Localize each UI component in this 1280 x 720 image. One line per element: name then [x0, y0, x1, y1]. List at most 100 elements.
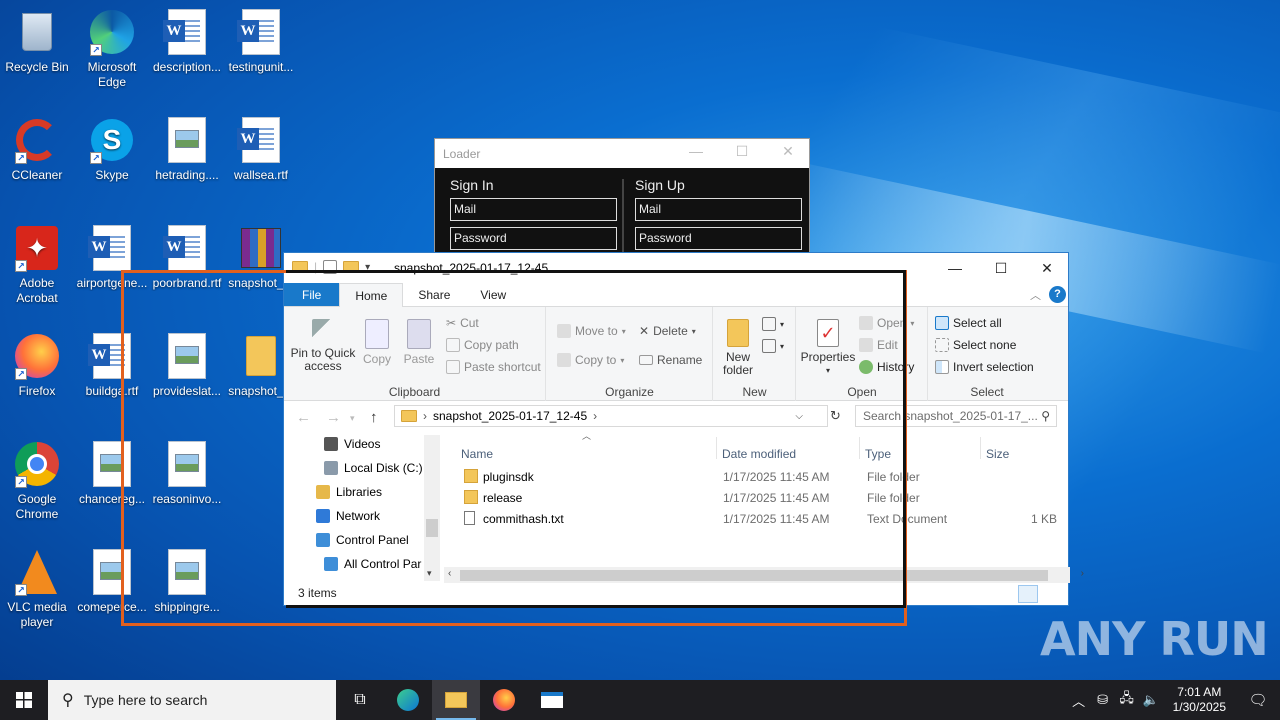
properties-check-icon[interactable] — [323, 260, 338, 274]
rename-button[interactable]: Rename — [639, 353, 702, 367]
nav-item[interactable]: Network — [316, 509, 380, 523]
horizontal-scrollbar[interactable]: ‹ › — [444, 567, 1084, 583]
address-path[interactable]: snapshot_2025-01-17_12-45 — [433, 409, 587, 423]
nav-scrollbar[interactable]: ▾ — [424, 435, 440, 581]
column-separator[interactable] — [859, 437, 860, 459]
nav-scrollbar-thumb[interactable] — [426, 519, 438, 537]
taskbar-file-explorer[interactable] — [432, 680, 480, 720]
customize-toolbar-icon[interactable]: ▾ — [365, 262, 370, 273]
desktop-icon[interactable]: hetrading.... — [147, 116, 227, 183]
nav-item[interactable]: Local Disk (C:) — [324, 461, 423, 475]
file-row[interactable]: commithash.txt 1/17/2025 11:45 AM Text Doc… — [444, 508, 1068, 529]
notifications-icon[interactable]: 🗨 — [1236, 691, 1280, 709]
desktop-icon[interactable]: Wbuildga.rtf — [72, 332, 152, 399]
nav-item[interactable]: All Control Par — [324, 557, 421, 571]
start-button[interactable] — [0, 680, 48, 720]
column-size[interactable]: Size — [986, 447, 1009, 461]
horizontal-scrollbar-thumb[interactable] — [460, 570, 1048, 581]
show-hidden-icons-chevron-icon[interactable]: ︿ — [1067, 691, 1091, 710]
tab-view[interactable]: View — [465, 283, 521, 306]
taskbar-edge[interactable] — [384, 680, 432, 720]
pin-quick-access-button[interactable]: Pin to Quick access — [290, 319, 356, 373]
paste-button[interactable]: Paste — [400, 319, 438, 366]
usb-icon[interactable]: ⛁ — [1091, 692, 1115, 708]
edit-button[interactable]: Edit — [859, 338, 898, 352]
desktop-icon[interactable]: provideslat... — [147, 332, 227, 399]
desktop-icon[interactable]: Wpoorbrand.rtf — [147, 224, 227, 291]
desktop-icon[interactable]: Wairportgene... — [72, 224, 152, 291]
column-type[interactable]: Type — [865, 447, 891, 461]
invert-selection-button[interactable]: Invert selection — [935, 360, 1034, 374]
address-bar[interactable]: › snapshot_2025-01-17_12-45 › ⌵ — [394, 405, 828, 427]
signin-password-field[interactable]: Password — [450, 227, 617, 250]
back-arrow-icon[interactable]: ← — [296, 409, 311, 426]
properties-button[interactable]: ✓ Properties ▾ — [799, 319, 857, 377]
recent-locations-icon[interactable]: ▾ — [350, 413, 355, 424]
forward-arrow-icon[interactable]: → — [326, 409, 341, 426]
close-button[interactable]: ✕ — [1024, 253, 1070, 283]
history-button[interactable]: History — [859, 360, 914, 374]
taskbar-loader-app[interactable] — [528, 680, 576, 720]
loader-close-button[interactable]: ✕ — [765, 143, 811, 163]
taskbar-firefox[interactable] — [480, 680, 528, 720]
volume-icon[interactable]: 🔈 — [1139, 692, 1163, 708]
nav-item[interactable]: Control Panel — [316, 533, 409, 547]
new-folder-icon[interactable] — [343, 261, 360, 273]
open-button[interactable]: Open ▾ — [859, 316, 914, 330]
network-icon[interactable]: 🖧 — [1115, 689, 1139, 711]
column-separator[interactable] — [980, 437, 981, 459]
copy-path-button[interactable]: Copy path — [446, 338, 519, 352]
tab-home[interactable]: Home — [339, 283, 404, 308]
desktop-icon[interactable]: ↗ Firefox — [0, 332, 77, 399]
scroll-right-icon[interactable]: › — [1081, 568, 1084, 579]
signup-password-field[interactable]: Password — [635, 227, 802, 250]
clock[interactable]: 7:01 AM 1/30/2025 — [1163, 685, 1236, 715]
desktop-icon[interactable]: Wdescription... — [147, 8, 227, 75]
move-to-button[interactable]: Move to ▾ — [557, 324, 626, 338]
scroll-down-icon[interactable]: ▾ — [427, 568, 432, 579]
refresh-icon[interactable]: ↻ — [830, 408, 841, 424]
select-all-button[interactable]: Select all — [935, 316, 1002, 330]
tab-share[interactable]: Share — [403, 283, 465, 306]
large-icons-view-button[interactable] — [1040, 585, 1060, 603]
new-item-button[interactable]: ▾ — [762, 317, 784, 331]
scroll-left-icon[interactable]: ‹ — [448, 568, 451, 579]
taskbar-search[interactable]: ⚲ Type here to search — [48, 680, 336, 720]
desktop-icon[interactable]: S ↗ Skype — [72, 116, 152, 183]
file-row[interactable]: pluginsdk 1/17/2025 11:45 AM File folder — [444, 466, 1068, 487]
desktop-icon[interactable]: chancereg... — [72, 440, 152, 507]
maximize-button[interactable]: ☐ — [978, 253, 1024, 283]
desktop-icon[interactable]: reasoninvo... — [147, 440, 227, 507]
task-view-button[interactable]: ⧉ — [336, 680, 384, 720]
desktop-icon[interactable]: shippingre... — [147, 548, 227, 615]
desktop-icon[interactable]: Wtestingunit... — [221, 8, 301, 75]
up-arrow-icon[interactable]: ↑ — [370, 409, 378, 426]
signup-mail-field[interactable]: Mail — [635, 198, 802, 221]
desktop-icon[interactable]: Wwallsea.rtf — [221, 116, 301, 183]
desktop-icon[interactable]: ↗ Microsoft Edge — [72, 8, 152, 90]
file-row[interactable]: release 1/17/2025 11:45 AM File folder — [444, 487, 1068, 508]
loader-maximize-button[interactable]: ☐ — [719, 143, 765, 163]
desktop-icon[interactable]: comeperce... — [72, 548, 152, 615]
collapse-ribbon-icon[interactable]: ︿ — [1030, 287, 1041, 303]
desktop-icon[interactable]: ↗ CCleaner — [0, 116, 77, 183]
tab-file[interactable]: File — [284, 283, 340, 306]
desktop-icon[interactable]: ↗ Google Chrome — [0, 440, 77, 522]
easy-access-button[interactable]: ▾ — [762, 339, 784, 353]
column-name[interactable]: Name — [461, 447, 493, 461]
desktop-icon[interactable]: ✦ ↗ Adobe Acrobat — [0, 224, 77, 306]
cut-button[interactable]: ✂ Cut — [446, 316, 479, 330]
paste-shortcut-button[interactable]: Paste shortcut — [446, 360, 541, 374]
nav-item[interactable]: Videos — [324, 437, 380, 451]
search-input[interactable]: Search snapshot_2025-01-17_... ⚲ — [855, 405, 1057, 427]
loader-minimize-button[interactable]: — — [673, 143, 719, 163]
address-dropdown-icon[interactable]: ⌵ — [795, 411, 803, 422]
delete-button[interactable]: ✕ Delete ▾ — [639, 324, 696, 338]
nav-item[interactable]: Libraries — [316, 485, 382, 499]
column-separator[interactable] — [716, 437, 717, 459]
help-icon[interactable]: ? — [1049, 286, 1066, 303]
new-folder-button[interactable]: New folder — [716, 319, 760, 377]
signin-mail-field[interactable]: Mail — [450, 198, 617, 221]
desktop-icon[interactable]: Recycle Bin — [0, 8, 77, 75]
desktop-icon[interactable]: ↗ VLC media player — [0, 548, 77, 630]
